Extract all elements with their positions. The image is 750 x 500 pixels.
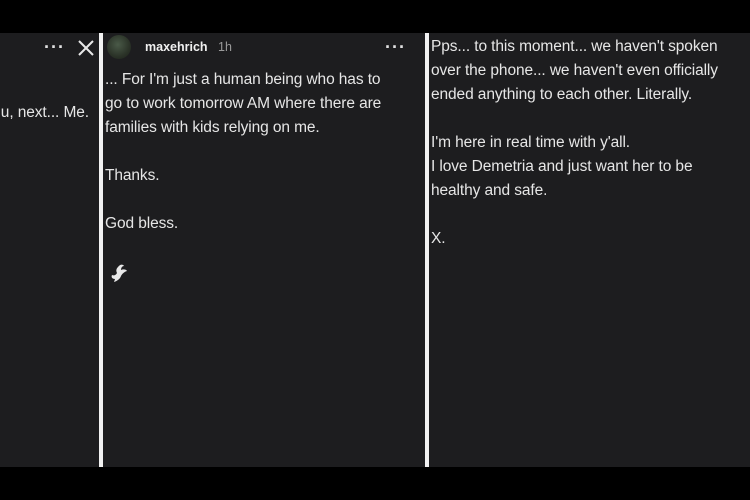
bottom-letterbox <box>0 467 750 500</box>
username[interactable]: maxehrich <box>145 40 208 54</box>
story-paragraph: Pps... to this moment... we haven't spok… <box>431 38 718 103</box>
story-paragraph: God bless. <box>105 215 179 232</box>
top-letterbox <box>0 0 750 33</box>
story-paragraph: Thanks. <box>105 167 160 184</box>
story-panel-right: Pps... to this moment... we haven't spok… <box>429 33 750 467</box>
story-text: u, next... Me. <box>0 104 89 121</box>
story-body: ... For I'm just a human being who has t… <box>105 68 423 260</box>
post-time: 1h <box>218 40 232 54</box>
story-body: Pps... to this moment... we haven't spok… <box>431 35 749 275</box>
dove-icon <box>111 264 127 282</box>
story-panel-middle: maxehrich 1h ··· ... For I'm just a huma… <box>103 33 425 467</box>
story-panel-left: ··· u, next... Me. <box>0 33 99 467</box>
story-paragraph: I'm here in real time with y'all. I love… <box>431 134 693 199</box>
close-icon[interactable] <box>76 38 96 58</box>
story-paragraph: ... For I'm just a human being who has t… <box>105 71 382 136</box>
story-paragraph: X. <box>431 230 446 247</box>
more-dots-icon[interactable]: ··· <box>385 38 406 56</box>
avatar[interactable] <box>107 35 131 59</box>
more-dots-icon[interactable]: ··· <box>44 38 65 56</box>
